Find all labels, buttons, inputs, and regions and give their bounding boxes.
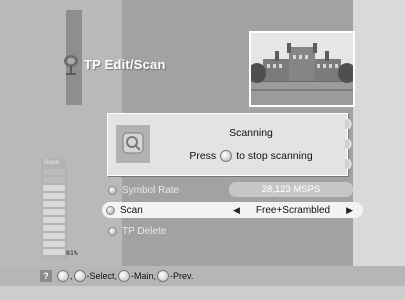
signal-bar [43, 201, 65, 207]
signal-bar [43, 185, 65, 191]
exit-button-icon [57, 270, 69, 282]
footer-select-text: -Select, [86, 271, 118, 281]
signal-percent: 81% [66, 249, 78, 257]
dialog-status-text: Scanning [229, 127, 273, 139]
menu-item-symbol-rate[interactable]: Symbol Rate [108, 182, 179, 198]
dialog-stop-label: to stop scanning [236, 150, 313, 162]
scan-value-selector[interactable]: ◀ Free+Scrambled ▶ [233, 202, 353, 218]
satellite-dish-icon [64, 55, 78, 75]
signal-bar [43, 209, 65, 215]
signal-bar [43, 241, 65, 247]
signal-bar [43, 177, 65, 183]
signal-quality-label: Good [44, 160, 59, 166]
menu-header: TP Edit/Scan [62, 52, 166, 76]
signal-bar [43, 169, 65, 175]
footer-hints: ? , -Select, -Main, -Prev. [40, 270, 193, 282]
footer-main-text: -Main, [131, 271, 157, 281]
menu-button-icon [118, 270, 131, 282]
help-icon[interactable]: ? [40, 270, 52, 282]
dialog-side-tabs [345, 117, 352, 171]
tv-menu-screen: TP Edit/Scan Scanning Press to stop scan… [0, 0, 405, 300]
signal-meter: Good [41, 158, 67, 260]
ok-button-icon [220, 150, 233, 162]
scan-value: Free+Scrambled [255, 204, 331, 216]
landmark-photo [251, 33, 353, 105]
arrow-left-icon[interactable]: ◀ [233, 205, 240, 216]
tp-delete-label: TP Delete [122, 225, 167, 237]
bullet-icon [108, 226, 117, 236]
footer-comma: , [70, 271, 73, 281]
scan-label: Scan [120, 204, 143, 216]
bullet-icon [108, 185, 117, 195]
scanning-dialog: Scanning Press to stop scanning [107, 113, 348, 176]
signal-bar [43, 217, 65, 223]
bullet-icon [106, 205, 115, 215]
signal-bar [43, 233, 65, 239]
symbol-rate-value[interactable]: 28,123 MSPS [229, 182, 353, 197]
search-icon [122, 132, 144, 154]
symbol-rate-label: Symbol Rate [122, 184, 180, 196]
page-title: TP Edit/Scan [84, 56, 166, 72]
signal-bar [43, 193, 65, 199]
bottom-strip [0, 286, 405, 300]
dialog-press-label: Press [189, 150, 217, 162]
right-band [353, 0, 405, 266]
back-button-icon [157, 270, 170, 282]
ok-button-icon [73, 270, 86, 282]
footer-prev-text: -Prev. [170, 271, 194, 281]
arrow-right-icon[interactable]: ▶ [346, 205, 353, 216]
dialog-instruction: Press to stop scanning [158, 150, 344, 162]
signal-bar [43, 225, 65, 231]
signal-bars [43, 169, 65, 257]
menu-item-tp-delete[interactable]: TP Delete [108, 223, 166, 239]
signal-bar [43, 249, 65, 255]
preview-image [249, 31, 355, 107]
